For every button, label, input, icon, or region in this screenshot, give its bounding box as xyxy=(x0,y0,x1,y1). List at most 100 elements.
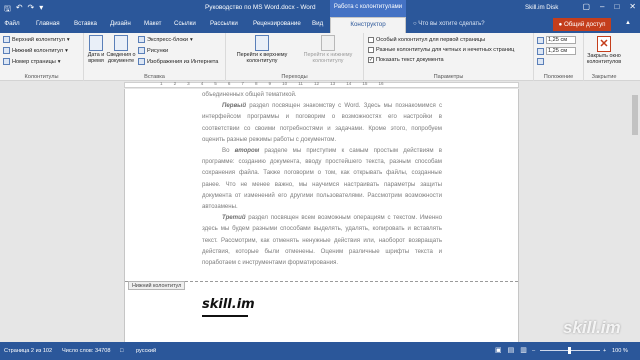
close-header-footer-button[interactable]: ✕ Закрыть окно колонтитулов xyxy=(584,36,624,65)
tell-me-text: Что вы хотите сделать? xyxy=(418,21,485,27)
picture-icon xyxy=(138,47,145,54)
zoom-level[interactable]: 100 % xyxy=(612,348,628,354)
footer-tag: Нижний колонтитул xyxy=(128,281,186,290)
maximize-icon[interactable]: □ xyxy=(614,2,619,11)
logo-underline xyxy=(202,315,248,317)
group-label: Закрытие xyxy=(591,74,617,80)
tab-header-footer-design[interactable]: Конструктор xyxy=(330,17,406,33)
ruler-tick-label: 14 xyxy=(346,81,352,86)
document-page[interactable]: объединенных общей тематикой. Первый раз… xyxy=(124,89,519,342)
tell-me-search[interactable]: ○ Что вы хотите сделать? xyxy=(413,21,485,27)
horizontal-ruler[interactable]: 1 2 3 4 5 6 7 8 9 10 11 12 13 14 15 16 xyxy=(0,81,640,89)
ribbon-display-icon[interactable]: ▢ xyxy=(582,2,590,11)
goto-footer-button[interactable]: Перейти к нижнему колонтитулу xyxy=(296,35,360,64)
group-label: Колонтитулы xyxy=(24,74,59,80)
online-picture-icon xyxy=(138,58,145,65)
ruler-tick-label: 5 xyxy=(214,81,217,86)
window-controls: ▢ – □ ✕ xyxy=(582,2,636,11)
tab-file[interactable]: Файл xyxy=(0,17,24,33)
goto-footer-icon xyxy=(321,35,335,51)
header-icon xyxy=(3,36,10,43)
ruler-tick-label: 4 xyxy=(200,81,204,86)
customize-icon[interactable]: ▾ xyxy=(39,3,43,17)
collapse-ribbon-icon[interactable]: ▲ xyxy=(625,20,631,26)
page-number-dropdown[interactable]: Номер страницы ▾ xyxy=(3,58,61,65)
save-icon[interactable]: 🖫 xyxy=(4,3,11,17)
vertical-scrollbar[interactable] xyxy=(630,89,640,342)
ruler-tick-label: 8 xyxy=(254,81,258,86)
option-odd-even[interactable]: Разные колонтитулы для четных и нечетных… xyxy=(368,47,514,53)
footer-icon xyxy=(3,47,10,54)
ribbon: Верхний колонтитул ▾ Нижний колонтитул ▾ Н… xyxy=(0,33,640,81)
date-time-button[interactable]: Дата и время xyxy=(85,35,107,64)
read-mode-icon[interactable]: ▣ xyxy=(495,346,502,354)
chevron-down-icon: ▾ xyxy=(66,36,70,43)
checkbox-checked[interactable]: ✓ xyxy=(368,57,374,63)
checkbox[interactable] xyxy=(368,37,374,43)
tab-insert[interactable]: Вставка xyxy=(74,20,97,27)
user-name[interactable]: Skill.im Disk xyxy=(525,4,558,11)
proofing-icon[interactable]: □ xyxy=(120,348,123,354)
zoom-in-icon[interactable]: + xyxy=(603,348,606,354)
group-insert: Дата и время Сведения о документе Экспре… xyxy=(84,33,226,81)
word-count[interactable]: Число слов: 34708 xyxy=(62,348,111,354)
status-bar: Страница 2 из 102 Число слов: 34708 □ ру… xyxy=(0,342,640,360)
paragraph: Первый раздел посвящен знакомству с Word… xyxy=(202,102,442,143)
close-x-icon: ✕ xyxy=(597,36,611,52)
chevron-down-icon: ▾ xyxy=(190,36,193,43)
footer-logo[interactable]: skill.im xyxy=(202,297,255,312)
undo-icon[interactable]: ↶ xyxy=(16,3,23,17)
goto-header-button[interactable]: Перейти к верхнему колонтитулу xyxy=(230,35,294,64)
tab-layout[interactable]: Макет xyxy=(144,20,162,27)
align-tab-button[interactable] xyxy=(537,58,544,65)
redo-icon[interactable]: ↷ xyxy=(28,3,35,17)
print-layout-icon[interactable]: ▤ xyxy=(508,346,515,354)
tab-references[interactable]: Ссылки xyxy=(174,20,196,27)
group-label: Параметры xyxy=(433,74,464,80)
pictures-button[interactable]: Рисунки xyxy=(138,47,168,54)
title-bar: 🖫 ↶ ↷ ▾ Руководство по MS Word.docx - Wo… xyxy=(0,0,640,17)
group-label: Переходы xyxy=(281,74,308,80)
quick-parts-icon xyxy=(138,36,145,43)
ruler-tick-label: 16 xyxy=(378,81,384,86)
document-body[interactable]: объединенных общей тематикой. Первый раз… xyxy=(202,89,442,268)
watermark-logo: skill.im xyxy=(563,318,621,337)
tab-view[interactable]: Вид xyxy=(312,20,323,27)
ruler-tick-label: 3 xyxy=(187,81,190,86)
close-icon[interactable]: ✕ xyxy=(629,2,636,11)
tab-design[interactable]: Дизайн xyxy=(110,20,131,27)
language[interactable]: русский xyxy=(136,348,156,354)
checkbox[interactable] xyxy=(368,47,374,53)
online-pictures-button[interactable]: Изображения из Интернета xyxy=(138,58,218,65)
chevron-down-icon: ▾ xyxy=(65,47,68,54)
ruler-tick-label: 1 xyxy=(160,81,163,86)
paragraph: Во втором разделе мы приступим к самым п… xyxy=(202,147,442,211)
option-first-page[interactable]: Особый колонтитул для первой страницы xyxy=(368,37,485,43)
scrollbar-thumb[interactable] xyxy=(632,95,638,135)
header-position-icon xyxy=(537,36,544,44)
ruler-tick-label: 15 xyxy=(362,81,368,86)
footer-dropdown[interactable]: Нижний колонтитул ▾ xyxy=(3,47,68,54)
tab-review[interactable]: Рецензирование xyxy=(253,20,301,27)
web-layout-icon[interactable]: ▥ xyxy=(520,346,527,354)
doc-info-button[interactable]: Сведения о документе xyxy=(106,35,136,64)
group-close: ✕ Закрыть окно колонтитулов Закрытие xyxy=(584,33,624,81)
zoom-out-icon[interactable]: – xyxy=(532,348,535,354)
share-label: Общий доступ xyxy=(563,21,606,28)
header-position-spinner[interactable]: 1,25 см xyxy=(537,36,576,44)
quick-parts-dropdown[interactable]: Экспресс-блоки ▾ xyxy=(138,36,193,43)
ruler-tick-label: 7 xyxy=(241,81,244,86)
window-title: Руководство по MS Word.docx - Word xyxy=(205,4,316,11)
option-show-document-text[interactable]: ✓ Показать текст документа xyxy=(368,57,444,63)
tab-mailings[interactable]: Рассылки xyxy=(210,20,238,27)
zoom-slider-handle[interactable] xyxy=(568,347,571,354)
ruler-tick-label: 2 xyxy=(173,81,177,86)
header-dropdown[interactable]: Верхний колонтитул ▾ xyxy=(3,36,70,43)
footer-position-spinner[interactable]: 1,25 см xyxy=(537,47,576,55)
share-button[interactable]: ● Общий доступ xyxy=(553,18,611,31)
page-count[interactable]: Страница 2 из 102 xyxy=(4,348,52,354)
minimize-icon[interactable]: – xyxy=(600,2,604,11)
tab-home[interactable]: Главная xyxy=(36,20,60,27)
ruler-tick-label: 9 xyxy=(268,81,272,86)
ruler-tick-label: 13 xyxy=(330,81,336,86)
